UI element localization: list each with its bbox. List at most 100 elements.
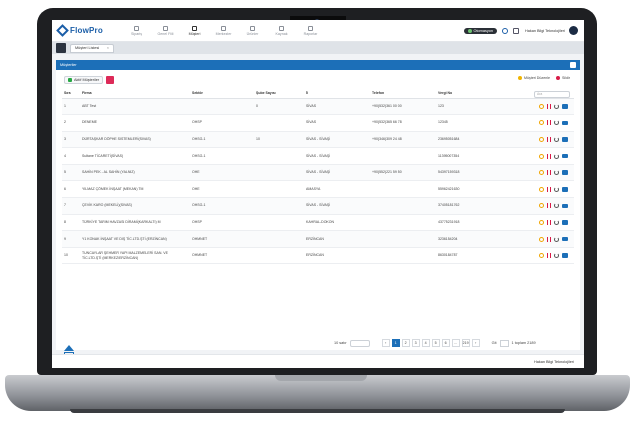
card-icon[interactable] [562,253,568,258]
page-button[interactable]: › [471,339,480,347]
table-cell: TÜRKİYE TARIM HAVZASI DİRAMİ(KARKALTI) M [82,219,161,224]
screen: FlowPro Sipariş Genel Fiili Müşteri Merk… [52,20,584,368]
table-row[interactable]: 7 ÇEVİK KARO (MEKELİ)(SIVAS) OHSG-1 SİVAS -… [62,197,574,215]
page-button[interactable]: ... [451,339,460,347]
status-badge[interactable]: Otomasyon [463,27,497,34]
col-sira[interactable]: Sıra [62,90,80,99]
table-row[interactable]: 1 ABT Test 0 SİVAS +90(532)361 00 00 123 [62,98,574,115]
col-sektor[interactable]: Sektör [190,90,254,99]
col-vergi[interactable]: Vergi No [436,90,506,99]
sync-icon[interactable] [554,103,559,109]
sync-icon[interactable] [554,136,559,142]
edit-icon[interactable] [539,136,544,142]
page-button[interactable]: 6 [441,339,450,347]
edit-icon[interactable] [539,170,544,176]
table-row[interactable]: 2 DENEME OHSP SİVAS +90(532)365 66 78 12345 [62,115,574,132]
page-button[interactable]: 3 [411,339,420,347]
sync-icon[interactable] [554,236,559,242]
edit-icon[interactable] [539,153,544,159]
module-genel[interactable]: Genel Fiili [151,25,180,36]
edit-icon[interactable] [539,203,544,209]
panel-title: Müşteriler [60,63,77,67]
page-button[interactable]: 1 [391,339,400,347]
edit-icon[interactable] [539,219,544,225]
table-cell: 37405181762 [438,203,460,208]
pdf-export-button[interactable] [106,76,115,84]
page-button[interactable]: 4 [421,339,430,347]
table-cell: ERZİNCAN [306,236,324,241]
settings-icon[interactable] [501,27,508,34]
avatar[interactable] [569,26,578,35]
card-icon[interactable] [562,104,568,109]
home-icon[interactable] [56,43,66,53]
pause-icon[interactable] [547,136,551,142]
edit-icon[interactable] [539,120,544,126]
module-musteri[interactable]: Müşteri [180,25,209,36]
table-row[interactable]: 4 Sultane TİCARETİ(SİVAS) OHSG-1 SİVAS - Sİ… [62,148,574,165]
table-row[interactable]: 5 SAHİN PEK - AL SAHİN (YALNIZ) OHE SİVAS -… [62,164,574,181]
sync-icon[interactable] [554,120,559,126]
page-button[interactable]: 219 [461,339,470,347]
col-sube[interactable]: Şube Sayısı [254,90,304,99]
tab-musteri-listesi[interactable]: Müşteri Listesi × [70,43,114,53]
goto-input[interactable] [499,339,509,347]
card-icon[interactable] [562,153,568,159]
table-row[interactable]: 10 TUNCAYLAR ŞEHMER YAPI MALZEMELERİ SAN.… [62,247,574,264]
page-button[interactable]: ‹ [381,339,390,347]
module-raporlar[interactable]: Raporlar [296,25,325,36]
pause-icon[interactable] [547,153,551,159]
row-actions-group [508,170,572,176]
table-row[interactable]: 9 Y1 KONAK İNŞAAT VE DIŞ TİC.LTD.ŞTİ (ERZ… [62,230,574,248]
card-icon[interactable] [562,203,568,209]
sync-icon[interactable] [554,186,559,192]
sync-icon[interactable] [554,219,559,225]
module-label: Genel Fiili [157,31,174,36]
row-actions [506,98,574,115]
pause-icon[interactable] [547,120,551,126]
close-icon[interactable]: × [107,46,109,50]
col-il[interactable]: İl [304,90,370,99]
active-customers-button[interactable]: Aktif Müşteriler [64,76,104,84]
logo[interactable]: FlowPro [56,24,116,37]
module-siparis[interactable]: Sipariş [122,25,151,36]
pause-icon[interactable] [547,203,551,209]
module-label: Sipariş [131,31,142,36]
card-icon[interactable] [562,220,568,225]
card-icon[interactable] [562,137,568,142]
check-icon [68,78,72,82]
edit-icon[interactable] [539,186,544,192]
pause-icon[interactable] [547,170,551,176]
sync-icon[interactable] [554,253,559,259]
col-telefon[interactable]: Telefon [370,90,436,99]
card-icon[interactable] [562,170,568,175]
pause-icon[interactable] [547,236,551,242]
edit-icon[interactable] [539,103,544,109]
table-row[interactable]: 3 DÜRTAŞKAR DÖPHE SISTEMLERİ(SIVAS) OHSG-1… [62,131,574,148]
pause-icon[interactable] [547,186,551,192]
pause-icon[interactable] [547,219,551,225]
table-row[interactable]: 8 TÜRKİYE TARIM HAVZASI DİRAMİ(KARKALTI) … [62,214,574,231]
table-cell: 123 [438,103,444,108]
fullscreen-icon[interactable] [512,27,519,34]
pause-icon[interactable] [547,253,551,259]
edit-icon[interactable] [539,253,544,259]
col-firma[interactable]: Firma [80,90,190,99]
module-kaynak[interactable]: Kaynak [267,25,296,36]
page-button[interactable]: 2 [401,339,410,347]
per-page-select[interactable] [349,339,370,347]
search-input[interactable]: Ara [534,91,570,98]
edit-icon[interactable] [539,236,544,242]
card-icon[interactable] [562,120,568,126]
pause-icon[interactable] [547,103,551,109]
module-urunler[interactable]: Ürünler [238,25,267,36]
card-icon[interactable] [562,236,568,242]
document-icon[interactable] [570,62,576,68]
card-icon[interactable] [562,187,568,192]
sync-icon[interactable] [554,170,559,176]
page-button[interactable]: 5 [431,339,440,347]
table-row[interactable]: 6 YILMAZ ÇÖMEK İNŞAAT (MEKAN) TM OHE AMASYA… [62,181,574,198]
module-merkezler[interactable]: Merkezler [209,25,238,36]
sync-icon[interactable] [554,153,559,159]
sync-icon[interactable] [554,203,559,209]
module-label: Kaynak [275,31,288,36]
